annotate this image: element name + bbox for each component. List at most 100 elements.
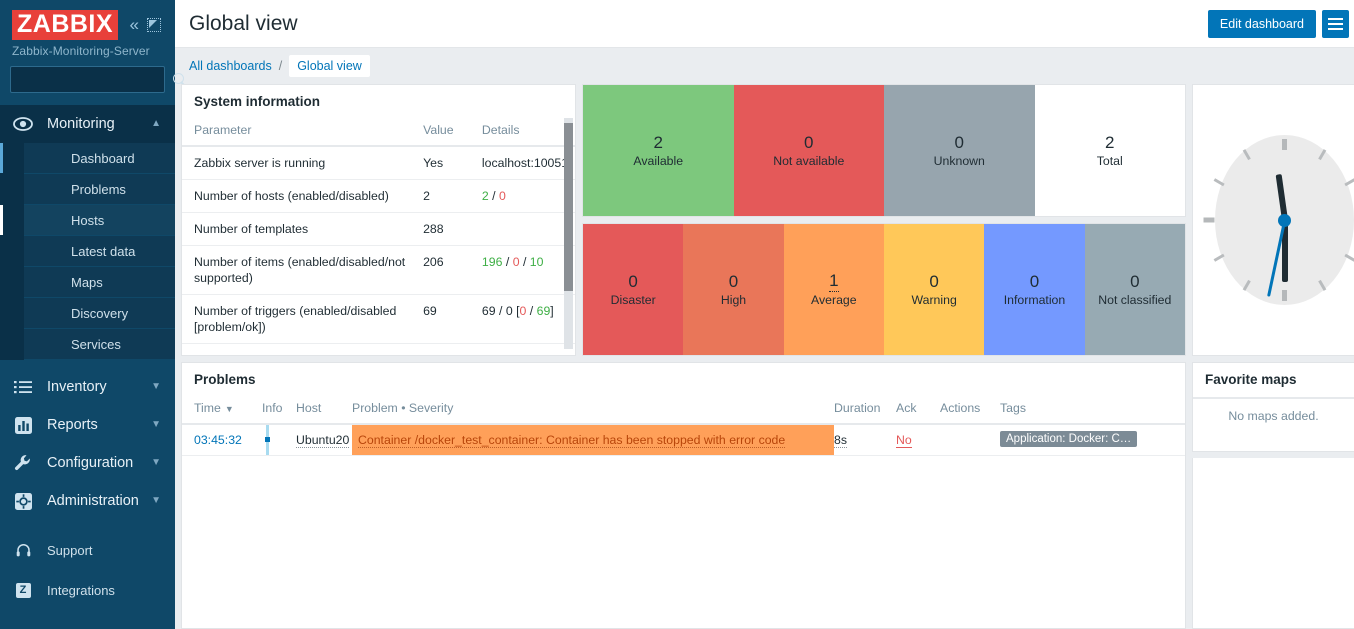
sidebar-item-dashboard[interactable]: Dashboard — [0, 143, 175, 174]
tile-average[interactable]: 1 Average — [783, 224, 884, 355]
favorite-maps-title: Favorite maps — [1205, 372, 1297, 387]
problem-duration[interactable]: 8s — [834, 433, 847, 448]
problems-widget-title: Problems — [194, 372, 256, 387]
zabbix-app: ZABBIX « Zabbix-Monitoring-Server Monito… — [0, 0, 1354, 629]
sidebar-item-problems[interactable]: Problems — [24, 174, 175, 205]
collapse-sidebar-icon[interactable]: « — [130, 16, 139, 33]
column-problem[interactable]: Problem • Severity — [352, 395, 834, 425]
sidebar-group-administration[interactable]: Administration ▼ — [0, 482, 175, 520]
sidebar-item-services[interactable]: Services — [24, 329, 175, 360]
sidebar-nav: Monitoring ▲ Dashboard Problems Hosts La… — [0, 105, 175, 629]
sidebar-group-reports[interactable]: Reports ▼ — [0, 406, 175, 444]
system-information-title: System information — [194, 94, 321, 109]
sidebar-item-hosts[interactable]: Hosts — [0, 205, 175, 236]
column-duration[interactable]: Duration — [834, 395, 896, 425]
clock-tick — [1344, 178, 1354, 187]
table-row: Number of triggers (enabled/disabled [pr… — [182, 294, 575, 344]
table-header-row: Parameter Value Details — [182, 117, 575, 147]
cell-info — [262, 424, 296, 456]
row-value: Yes — [411, 146, 470, 180]
row-value: 206 — [411, 245, 470, 295]
tile-label: High — [720, 292, 747, 307]
sidebar-item-label: Problems — [71, 181, 126, 197]
zabbix-z-icon: Z — [12, 582, 34, 598]
tile-label: Total — [1096, 153, 1123, 168]
sidebar-item-latest-data[interactable]: Latest data — [24, 236, 175, 267]
tile-value[interactable]: 1 — [829, 270, 839, 292]
problem-name-link[interactable]: Container /docker_test_container: Contai… — [358, 433, 786, 448]
gear-icon — [12, 492, 34, 510]
tile-not-available[interactable]: 0 Not available — [733, 85, 884, 216]
severity-marker-icon — [265, 425, 270, 455]
clock-tick — [1213, 253, 1225, 262]
tiles-column: 2 Available 0 Not available 0 Unknown 2 … — [582, 84, 1186, 356]
breadcrumb-current[interactable]: Global view — [289, 55, 370, 77]
widget-scrollbar-thumb[interactable] — [564, 123, 573, 291]
eye-icon — [12, 117, 34, 131]
top-actions: Edit dashboard — [1207, 9, 1349, 38]
edit-dashboard-button[interactable]: Edit dashboard — [1207, 9, 1316, 38]
cell-problem: Container /docker_test_container: Contai… — [352, 424, 834, 456]
problem-tag-chip[interactable]: Application: Docker: C… — [1000, 430, 1138, 447]
hamburger-icon[interactable] — [1322, 9, 1349, 38]
sidebar-item-support[interactable]: Support — [0, 530, 175, 570]
problem-severity-cell: Container /docker_test_container: Contai… — [352, 425, 834, 455]
tile-available[interactable]: 2 Available — [583, 85, 734, 216]
sidebar-item-label: Dashboard — [71, 150, 135, 166]
sidebar-item-maps[interactable]: Maps — [24, 267, 175, 298]
sidebar-group-label: Monitoring — [47, 116, 115, 132]
sidebar-group-label: Reports — [47, 417, 98, 433]
chevron-down-icon: ▼ — [151, 495, 161, 506]
sidebar-item-discovery[interactable]: Discovery — [24, 298, 175, 329]
problem-time-link[interactable]: 03:45:32 — [182, 433, 242, 447]
tile-label: Unknown — [933, 153, 985, 168]
sidebar-group-configuration[interactable]: Configuration ▼ — [0, 444, 175, 482]
tile-value: 0 — [728, 271, 739, 291]
tile-disaster[interactable]: 0 Disaster — [583, 224, 684, 355]
sidebar-submenu-monitoring: Dashboard Problems Hosts Latest data Map… — [0, 143, 175, 360]
sidebar-search-wrap — [0, 66, 184, 105]
row-parameter: Number of templates — [182, 212, 412, 246]
problem-host-link[interactable]: Ubuntu20 — [296, 433, 350, 448]
column-info[interactable]: Info — [262, 395, 296, 425]
clock-tick — [1242, 279, 1251, 291]
breadcrumb-all-dashboards[interactable]: All dashboards — [189, 59, 272, 73]
table-row: Number of items (enabled/disabled/not su… — [182, 245, 575, 295]
tile-total[interactable]: 2 Total — [1034, 85, 1185, 216]
column-ack[interactable]: Ack — [896, 395, 940, 425]
clock-tick — [1344, 253, 1354, 262]
hide-sidebar-icon[interactable] — [147, 18, 161, 32]
sidebar-item-label: Support — [47, 542, 93, 558]
sidebar-item-label: Integrations — [47, 582, 115, 598]
tile-unknown[interactable]: 0 Unknown — [884, 85, 1035, 216]
zabbix-logo: ZABBIX — [12, 10, 119, 40]
row-value: 69 — [411, 294, 470, 344]
problems-by-severity-widget: 0 Disaster 0 High 1 Average 0 Warning 0 … — [582, 223, 1186, 356]
tile-label: Disaster — [610, 292, 656, 307]
sidebar-item-integrations[interactable]: Z Integrations — [0, 570, 175, 610]
column-time[interactable]: Time ▼ — [182, 395, 262, 425]
sidebar-group-inventory[interactable]: Inventory ▼ — [0, 368, 175, 406]
column-host[interactable]: Host — [296, 395, 352, 425]
dashboard-left-column: System information Parameter Value Detai… — [181, 84, 1186, 629]
tile-high[interactable]: 0 High — [683, 224, 784, 355]
column-value: Value — [411, 117, 470, 147]
tile-information[interactable]: 0 Information — [984, 224, 1085, 355]
search-box[interactable] — [10, 66, 184, 93]
problem-ack-link[interactable]: No — [896, 433, 912, 448]
search-input[interactable] — [18, 72, 173, 87]
clock-face — [1203, 135, 1354, 305]
row-details: 1 — [469, 343, 575, 355]
tile-not-classified[interactable]: 0 Not classified — [1084, 224, 1185, 355]
sidebar-group-monitoring[interactable]: Monitoring ▲ — [0, 105, 175, 143]
clock-tick — [1242, 149, 1251, 161]
breadcrumb-separator: / — [278, 59, 283, 73]
top-bar: Global view Edit dashboard — [175, 0, 1354, 48]
tile-warning[interactable]: 0 Warning — [883, 224, 985, 355]
column-tags[interactable]: Tags — [1000, 395, 1185, 425]
sidebar-group-label: Administration — [47, 493, 139, 509]
column-actions[interactable]: Actions — [940, 395, 1000, 425]
cell-duration: 8s — [834, 424, 896, 456]
sidebar-header-icons: « — [130, 16, 167, 33]
